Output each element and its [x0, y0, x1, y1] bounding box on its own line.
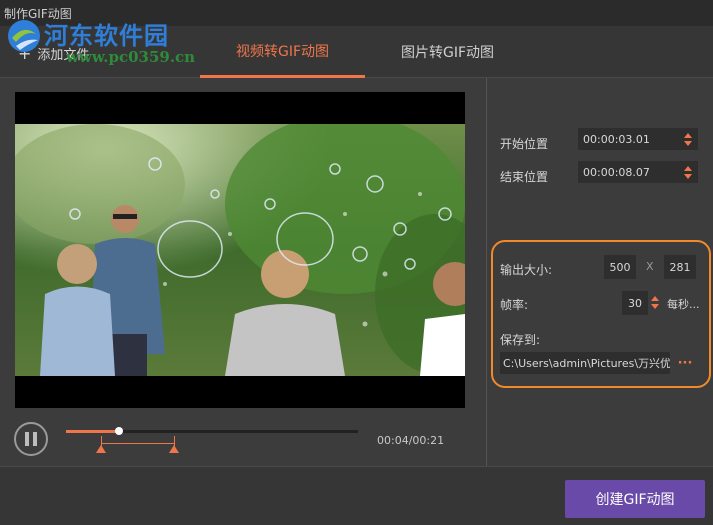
range-start-handle[interactable]: [96, 445, 106, 453]
start-position-field[interactable]: 00:00:03.01: [578, 128, 698, 150]
pause-button[interactable]: [14, 422, 48, 456]
tab-image-to-gif-label: 图片转GIF动图: [400, 45, 495, 61]
watermark: 河东软件园 www.pc0359.cn: [6, 10, 211, 72]
start-position-stepper[interactable]: [683, 128, 693, 150]
frame-rate-stepper[interactable]: [650, 291, 660, 313]
video-preview: [15, 92, 465, 408]
end-position-label: 结束位置: [500, 170, 549, 184]
tab-video-to-gif-label: 视频转GIF动图: [235, 43, 330, 60]
watermark-logo-icon: [8, 20, 40, 52]
output-width-input[interactable]: 500: [604, 255, 636, 279]
output-height-value: 281: [669, 260, 691, 274]
end-position-value: 00:00:08.07: [583, 165, 650, 179]
tab-image-to-gif[interactable]: 图片转GIF动图: [365, 26, 530, 78]
stepper-up-icon[interactable]: [684, 165, 692, 171]
range-end-handle[interactable]: [169, 445, 179, 453]
start-position-value: 00:00:03.01: [583, 132, 650, 146]
panel-divider: [486, 78, 487, 466]
save-path-field[interactable]: C:\Users\admin\Pictures\万兴优: [500, 352, 670, 374]
output-height-input[interactable]: 281: [664, 255, 696, 279]
timeline-progress: [66, 430, 119, 433]
create-gif-label: 创建GIF动图: [595, 492, 675, 508]
video-frame-image: [15, 124, 465, 376]
frame-rate-label: 帧率:: [500, 298, 529, 312]
frame-rate-input[interactable]: 30: [622, 291, 648, 315]
time-readout: 00:04/00:21: [377, 434, 445, 447]
tab-video-to-gif[interactable]: 视频转GIF动图: [200, 26, 365, 78]
video-frame-illustration: [15, 124, 465, 376]
pause-bar-right: [33, 432, 37, 446]
frame-rate-unit: 每秒...: [667, 298, 700, 311]
watermark-brand: 河东软件园: [44, 21, 169, 50]
end-position-field[interactable]: 00:00:08.07: [578, 161, 698, 183]
create-gif-button[interactable]: 创建GIF动图: [565, 480, 705, 518]
save-path-value: C:\Users\admin\Pictures\万兴优: [503, 357, 670, 370]
output-size-label: 输出大小:: [500, 263, 553, 277]
frame-rate-value: 30: [628, 296, 642, 310]
save-to-label: 保存到:: [500, 333, 541, 347]
stepper-down-icon[interactable]: [684, 173, 692, 179]
more-dots-icon: ···: [677, 355, 693, 371]
output-width-value: 500: [609, 260, 631, 274]
browse-folder-button[interactable]: ···: [676, 352, 694, 374]
pause-bar-left: [25, 432, 29, 446]
range-selection-line: [101, 443, 174, 444]
timeline-playhead[interactable]: [115, 427, 123, 435]
stepper-up-icon[interactable]: [684, 132, 692, 138]
stepper-down-icon[interactable]: [651, 303, 659, 309]
stepper-down-icon[interactable]: [684, 140, 692, 146]
watermark-url: www.pc0359.cn: [66, 48, 196, 66]
gif-maker-window: 制作GIF动图 + 添加文件 视频转GIF动图 图片转GIF动图 河东软件园 w…: [0, 0, 713, 525]
end-position-stepper[interactable]: [683, 161, 693, 183]
stepper-up-icon[interactable]: [651, 295, 659, 301]
size-separator: X: [646, 260, 654, 273]
start-position-label: 开始位置: [500, 137, 549, 151]
